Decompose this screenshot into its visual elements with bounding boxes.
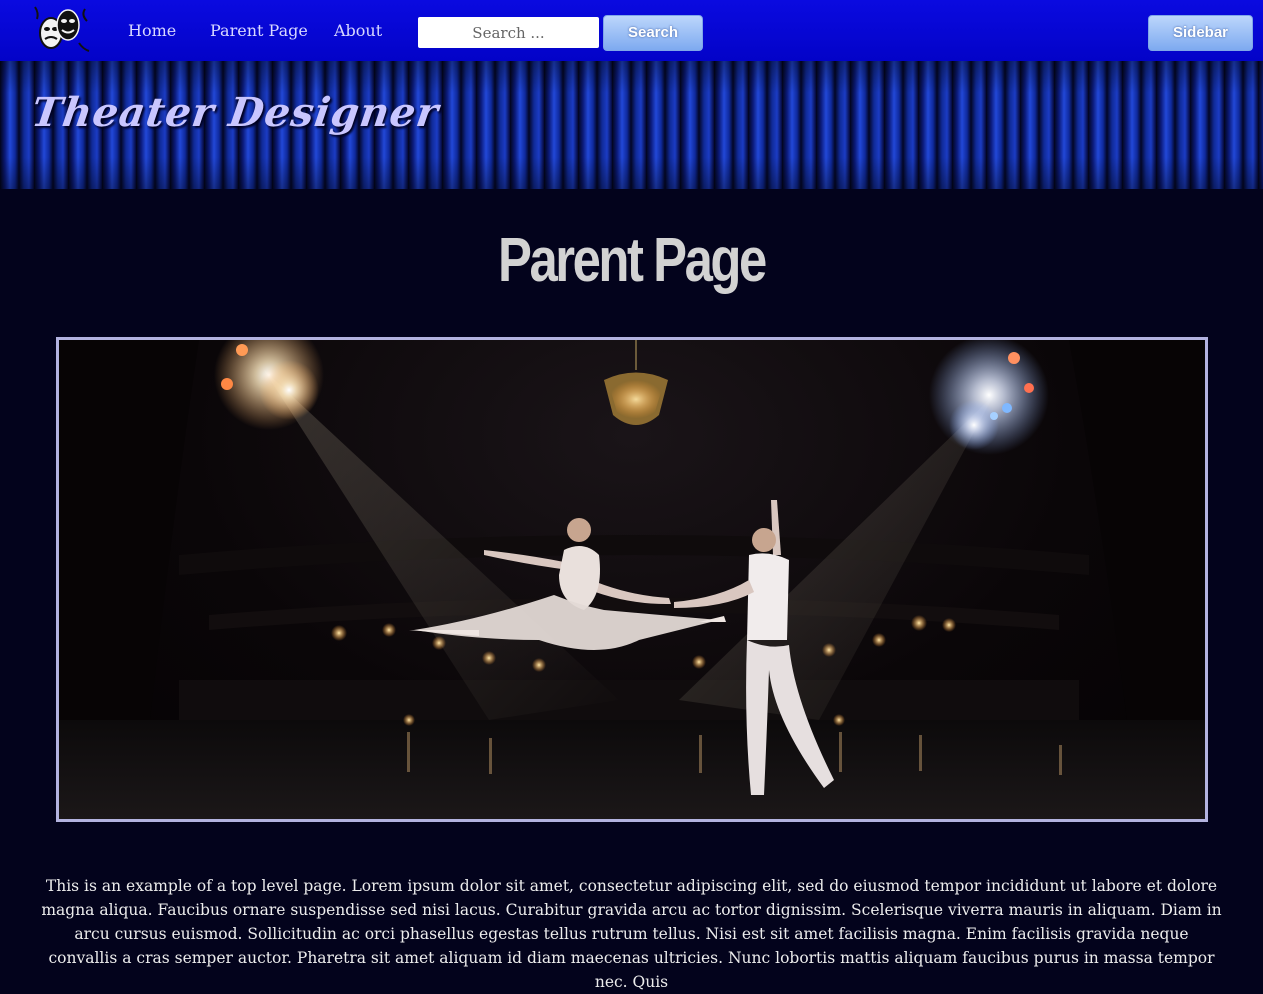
- sidebar-button[interactable]: Sidebar: [1148, 15, 1253, 51]
- page-body-text: This is an example of a top level page. …: [41, 877, 1222, 991]
- top-navbar: Home Parent Page About Search Sidebar: [0, 0, 1263, 61]
- nav-link-parent-page[interactable]: Parent Page: [210, 20, 308, 42]
- search-button[interactable]: Search: [603, 15, 703, 51]
- hero-image-ballet-dancers: [56, 337, 1208, 822]
- nav-link-about[interactable]: About: [334, 20, 382, 42]
- site-title[interactable]: Theater Designer: [29, 89, 442, 136]
- theater-masks-logo-icon[interactable]: [31, 5, 91, 55]
- curtain-banner: Theater Designer: [0, 61, 1263, 189]
- page-title: Parent Page: [497, 226, 767, 295]
- search-input[interactable]: [418, 17, 599, 48]
- nav-link-home[interactable]: Home: [128, 20, 176, 42]
